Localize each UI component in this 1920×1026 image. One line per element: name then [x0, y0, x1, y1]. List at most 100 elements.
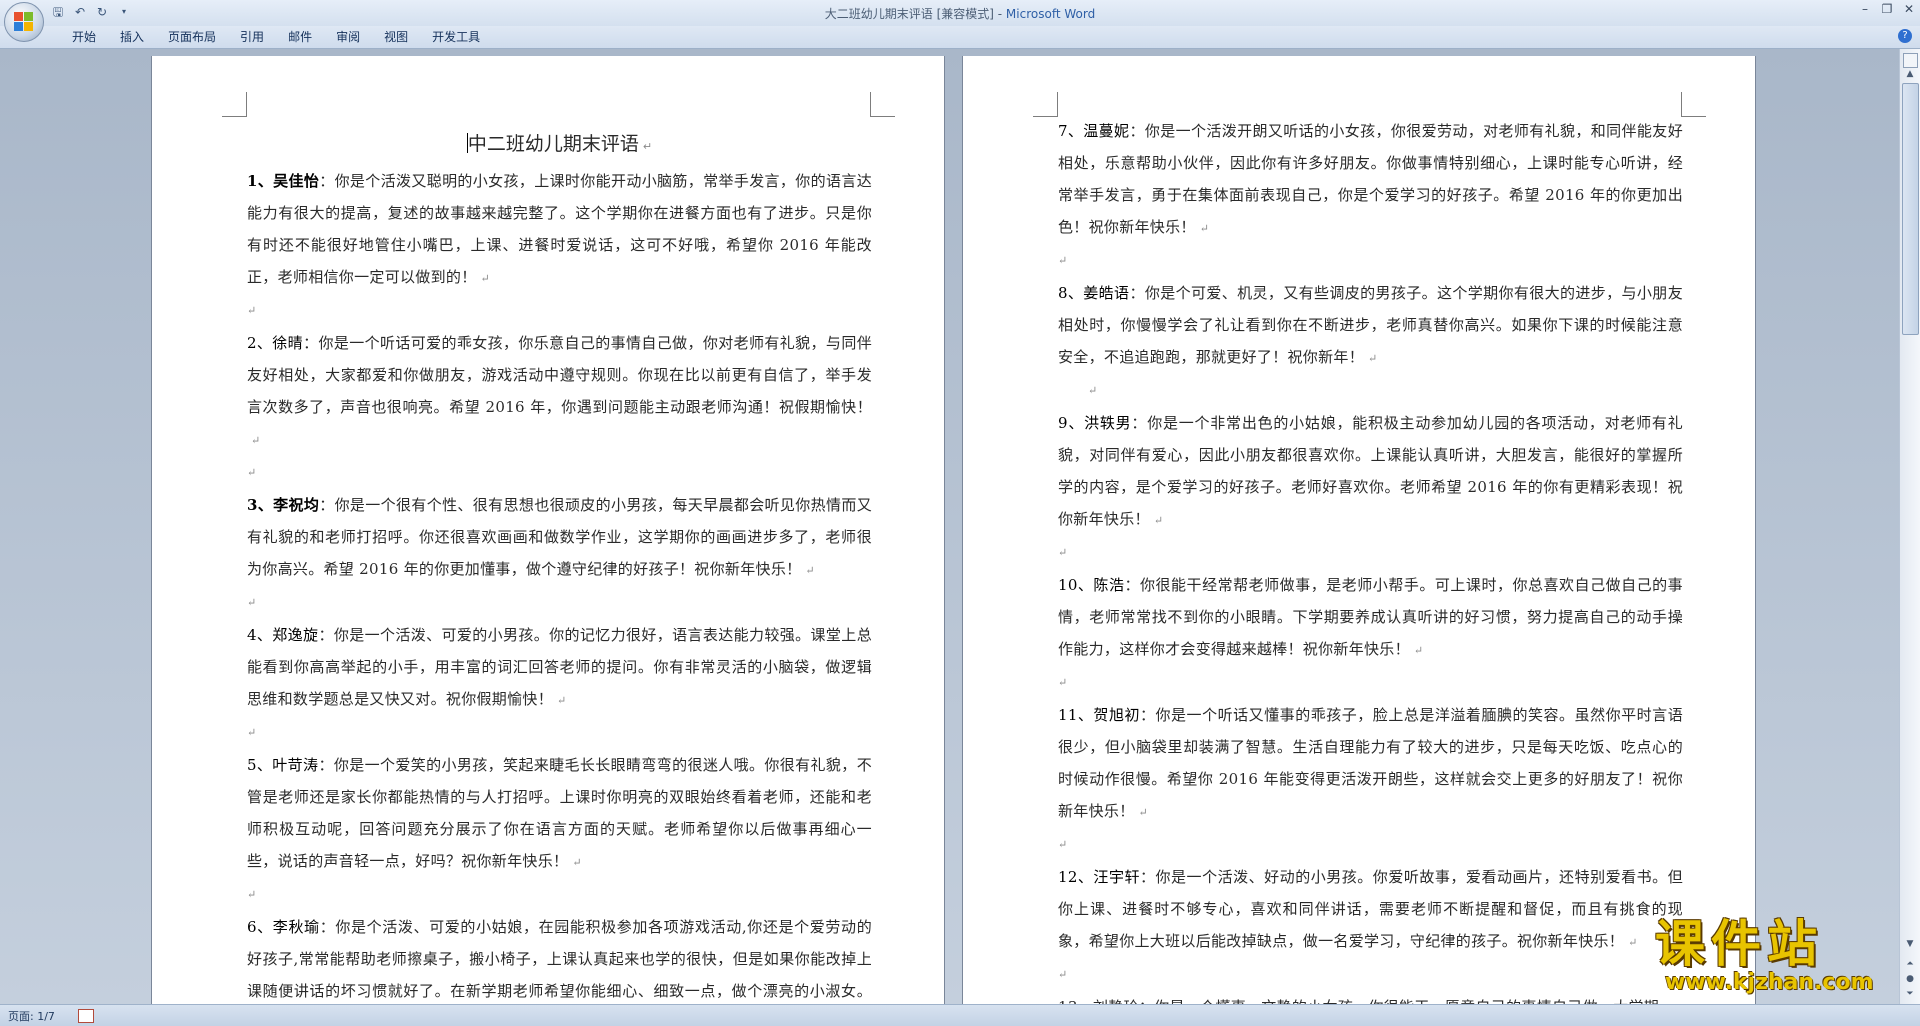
ribbon-tab-bar: 开始 插入 页面布局 引用 邮件 审阅 视图 开发工具 ?: [0, 26, 1920, 49]
tab-6[interactable]: 视图: [372, 29, 420, 45]
view-ruler-icon[interactable]: [1903, 53, 1918, 68]
document-title-text: 大二班幼儿期末评语 [兼容模式] -: [824, 7, 1006, 21]
comment-paragraph[interactable]: 5、叶苛涛：你是一个爱笑的小男孩，笑起来睫毛长长眼睛弯弯的很迷人哦。你很有礼貌，…: [247, 749, 872, 879]
tab-7[interactable]: 开发工具: [420, 29, 492, 45]
child-name: 5、叶苛涛: [247, 756, 319, 774]
page-count[interactable]: 页面: 1/7: [8, 1008, 55, 1024]
close-icon[interactable]: ✕: [1902, 2, 1916, 16]
comment-text: ：你是一个听话可爱的乖女孩，你乐意自己的事情自己做，你对老师有礼貌，与同伴友好相…: [247, 334, 872, 416]
watermark-logo: 课件站 www.kjzhan.com: [1655, 918, 1890, 998]
document-heading-text: 中二班幼儿期末评语: [467, 133, 639, 155]
app-name-text: Microsoft Word: [1005, 7, 1096, 21]
empty-paragraph-mark: ↵: [247, 596, 257, 609]
paragraph-mark: ↵: [572, 856, 582, 869]
paragraph-mark: ↵: [1413, 644, 1424, 657]
paragraph-mark: ↵: [642, 140, 653, 153]
comment-paragraph[interactable]: 1、吴佳怡：你是个活泼又聪明的小女孩，上课时你能开动小脑筋，常举手发言，你的语言…: [247, 165, 872, 295]
document-area: 中二班幼儿期末评语 ↵ 1、吴佳怡：你是个活泼又聪明的小女孩，上课时你能开动小脑筋…: [0, 49, 1900, 1004]
tab-3[interactable]: 引用: [228, 29, 276, 45]
previous-page-icon[interactable]: ⏶: [1904, 959, 1916, 969]
window-title: 大二班幼儿期末评语 [兼容模式] - Microsoft Word: [0, 5, 1920, 22]
empty-paragraph-mark: ↵: [247, 304, 257, 317]
child-name: 9、洪轶男: [1058, 414, 1132, 432]
paragraph-mark: ↵: [557, 694, 567, 707]
empty-paragraph-mark: ↵: [1058, 968, 1068, 981]
comment-text: ：你是一个活泼开朗又听话的小女孩，你很爱劳动，对老师有礼貌，和同伴能友好相处，乐…: [1058, 122, 1683, 236]
next-page-icon[interactable]: ⏷: [1904, 989, 1916, 999]
office-button[interactable]: [4, 2, 44, 42]
paragraph-mark: ↵: [805, 564, 815, 577]
empty-paragraph-mark: ↵: [1058, 838, 1068, 851]
comment-text: ：你是一个活泼、好动的小男孩。你爱听故事，爱看动画片，还特别爱看书。但你上课、进…: [1058, 868, 1683, 950]
comment-paragraph[interactable]: 6、李秋瑜：你是个活泼、可爱的小姑娘，在园能积极参加各项游戏活动,你还是个爱劳动…: [247, 911, 872, 1004]
comment-text: ：你很能干经常帮老师做事，是老师小帮手。可上课时，你总喜欢自己做自己的事情，老师…: [1058, 576, 1683, 658]
child-name: 4、郑逸旋: [247, 626, 319, 644]
crop-mark: [1033, 92, 1058, 117]
title-bar: 🖫 ↶ ↻ ▾ 大二班幼儿期末评语 [兼容模式] - Microsoft Wor…: [0, 0, 1920, 42]
window-controls: – ❐ ✕: [1858, 2, 1916, 16]
empty-paragraph-mark: ↵: [1058, 676, 1068, 689]
paragraph-mark: ↵: [1628, 936, 1638, 949]
page-2-content[interactable]: 7、温蔓妮：你是一个活泼开朗又听话的小女孩，你很爱劳动，对老师有礼貌，和同伴能友…: [1058, 115, 1683, 1004]
child-name: 11、贺旭初: [1058, 706, 1140, 724]
child-name: 2、徐晴: [247, 334, 304, 352]
comment-paragraph[interactable]: 7、温蔓妮：你是一个活泼开朗又听话的小女孩，你很爱劳动，对老师有礼貌，和同伴能友…: [1058, 115, 1683, 245]
page-1[interactable]: 中二班幼儿期末评语 ↵ 1、吴佳怡：你是个活泼又聪明的小女孩，上课时你能开动小脑筋…: [152, 56, 944, 1004]
comment-paragraph-partial[interactable]: 13、刘静玲：你是一个懂事、文静的小女孩，你很能干，愿意自己的事情自己做，大学期: [1058, 991, 1683, 1004]
child-name: 7、温蔓妮: [1058, 122, 1130, 140]
paragraph-mark: ↵: [480, 272, 491, 285]
empty-paragraph-mark: ↵: [247, 726, 257, 739]
child-name: 6、李秋瑜: [247, 918, 320, 936]
child-name: 12、汪宇轩: [1058, 868, 1140, 886]
tab-5[interactable]: 审阅: [324, 29, 372, 45]
select-browse-object-icon[interactable]: ●: [1904, 974, 1916, 984]
comment-text: ：你是一个爱笑的小男孩，笑起来睫毛长长眼睛弯弯的很迷人哦。你很有礼貌，不管是老师…: [247, 756, 872, 870]
paragraph-mark: ↵: [1368, 352, 1378, 365]
comment-paragraph[interactable]: 10、陈浩：你很能干经常帮老师做事，是老师小帮手。可上课时，你总喜欢自己做自己的…: [1058, 569, 1683, 667]
proofing-status-icon[interactable]: [78, 1009, 94, 1023]
ribbon-tabs: 开始 插入 页面布局 引用 邮件 审阅 视图 开发工具: [60, 29, 492, 45]
comment-paragraph[interactable]: 12、汪宇轩：你是一个活泼、好动的小男孩。你爱听故事，爱看动画片，还特别爱看书。…: [1058, 861, 1683, 959]
watermark-url: www.kjzhan.com: [1665, 970, 1874, 995]
empty-paragraph-mark: ↵: [1058, 546, 1068, 559]
child-name: 1、吴佳怡: [247, 172, 320, 190]
tab-2[interactable]: 页面布局: [156, 29, 228, 45]
comment-text: ：你是个活泼、可爱的小姑娘，在园能积极参加各项游戏活动,你还是个爱劳动的好孩子,…: [247, 918, 872, 1000]
comment-text: ：你是个活泼又聪明的小女孩，上课时你能开动小脑筋，常举手发言，你的语言达能力有很…: [247, 172, 872, 286]
comment-text: ：你是一个很有个性、很有思想也很顽皮的小男孩，每天早晨都会听见你热情而又有礼貌的…: [247, 496, 872, 578]
scroll-up-icon[interactable]: ▲: [1904, 69, 1916, 79]
comment-paragraph[interactable]: 3、李祝均：你是一个很有个性、很有思想也很顽皮的小男孩，每天早晨都会听见你热情而…: [247, 489, 872, 587]
empty-paragraph-mark: ↵: [247, 888, 257, 901]
comment-paragraph[interactable]: 2、徐晴：你是一个听话可爱的乖女孩，你乐意自己的事情自己做，你对老师有礼貌，与同…: [247, 327, 872, 457]
comment-paragraph[interactable]: 8、姜皓语：你是个可爱、机灵，又有些调皮的男孩子。这个学期你有很大的进步，与小朋…: [1058, 277, 1683, 375]
comment-paragraph[interactable]: 9、洪轶男：你是一个非常出色的小姑娘，能积极主动参加幼儿园的各项活动，对老师有礼…: [1058, 407, 1683, 537]
child-name: 10、陈浩: [1058, 576, 1125, 594]
comment-text: ：你是一个非常出色的小姑娘，能积极主动参加幼儿园的各项活动，对老师有礼貌，对同伴…: [1058, 414, 1683, 528]
document-heading: 中二班幼儿期末评语 ↵: [247, 128, 872, 163]
crop-mark: [222, 92, 247, 117]
child-name: 8、姜皓语: [1058, 284, 1130, 302]
restore-icon[interactable]: ❐: [1880, 2, 1894, 16]
tab-4[interactable]: 邮件: [276, 29, 324, 45]
status-bar: 页面: 1/7: [0, 1004, 1920, 1026]
scroll-thumb[interactable]: [1902, 83, 1919, 335]
paragraph-mark: ↵: [1153, 514, 1164, 527]
tab-1[interactable]: 插入: [108, 29, 156, 45]
empty-paragraph-mark: ↵: [247, 466, 257, 479]
scroll-down-icon[interactable]: ▼: [1904, 939, 1916, 949]
crop-mark: [870, 92, 895, 117]
page-2[interactable]: 7、温蔓妮：你是一个活泼开朗又听话的小女孩，你很爱劳动，对老师有礼貌，和同伴能友…: [963, 56, 1755, 1004]
crop-mark: [1681, 92, 1706, 117]
comment-paragraph[interactable]: 4、郑逸旋：你是一个活泼、可爱的小男孩。你的记忆力很好，语言表达能力较强。课堂上…: [247, 619, 872, 717]
help-icon[interactable]: ?: [1898, 29, 1912, 43]
tab-0[interactable]: 开始: [60, 29, 108, 45]
office-logo-icon: [14, 12, 34, 32]
empty-paragraph-mark: ↵: [1058, 254, 1068, 267]
child-name: 3、李祝均: [247, 496, 320, 514]
comment-paragraph[interactable]: 11、贺旭初：你是一个听话又懂事的乖孩子，脸上总是洋溢着腼腆的笑容。虽然你平时言…: [1058, 699, 1683, 829]
page-1-content[interactable]: 中二班幼儿期末评语 ↵ 1、吴佳怡：你是个活泼又聪明的小女孩，上课时你能开动小脑筋…: [247, 128, 872, 1004]
minimize-icon[interactable]: –: [1858, 2, 1872, 16]
paragraph-mark: ↵: [1138, 806, 1149, 819]
vertical-scrollbar[interactable]: ▲ ▼ ⏶ ● ⏷: [1899, 49, 1920, 1004]
paragraph-mark: ↵: [1199, 222, 1210, 235]
